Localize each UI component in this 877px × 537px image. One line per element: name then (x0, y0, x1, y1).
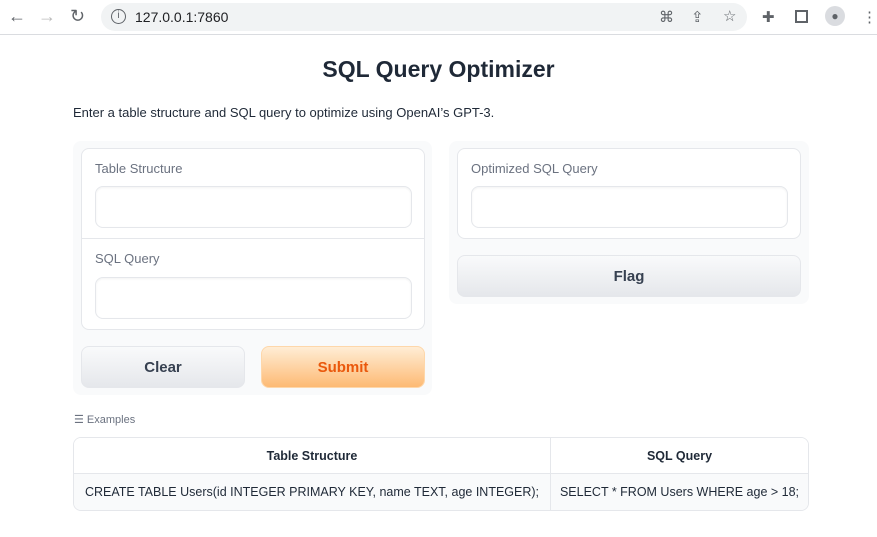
sql-query-label: SQL Query (95, 251, 160, 266)
forward-icon[interactable]: → (38, 6, 56, 27)
divider (82, 238, 424, 239)
output-box: Optimized SQL Query (457, 148, 801, 239)
column-header: SQL Query (550, 438, 808, 474)
url-text: 127.0.0.1:7860 (135, 9, 229, 25)
translate-icon[interactable]: ⌘ (659, 8, 674, 26)
submit-button[interactable]: Submit (261, 346, 425, 388)
list-icon: ☰ (74, 414, 87, 426)
table-structure-label: Table Structure (95, 161, 183, 176)
table-row[interactable]: CREATE TABLE Users(id INTEGER PRIMARY KE… (74, 474, 808, 510)
clear-button[interactable]: Clear (81, 346, 245, 388)
address-bar[interactable]: i 127.0.0.1:7860 ⌘ ⇪ ☆ (101, 3, 747, 31)
star-icon[interactable]: ☆ (723, 7, 736, 25)
examples-table: Table Structure SQL Query CREATE TABLE Us… (73, 437, 809, 511)
page-description: Enter a table structure and SQL query to… (73, 105, 495, 120)
example-cell[interactable]: CREATE TABLE Users(id INTEGER PRIMARY KE… (74, 474, 550, 510)
browser-toolbar: ← → ↻ i 127.0.0.1:7860 ⌘ ⇪ ☆ ✚ ● ⋮ (0, 0, 877, 35)
optimized-query-label: Optimized SQL Query (471, 161, 598, 176)
menu-icon[interactable]: ⋮ (862, 8, 877, 26)
sidepanel-icon[interactable] (795, 10, 808, 23)
profile-icon[interactable]: ● (825, 6, 845, 26)
output-panel: Optimized SQL Query Flag (449, 141, 809, 304)
input-form: Table Structure SQL Query (81, 148, 425, 330)
column-header: Table Structure (74, 438, 550, 474)
examples-header: ☰ Examples (74, 413, 135, 426)
share-icon[interactable]: ⇪ (691, 8, 704, 26)
example-cell[interactable]: SELECT * FROM Users WHERE age > 18; (550, 474, 808, 510)
page-title: SQL Query Optimizer (322, 56, 555, 82)
info-icon[interactable]: i (111, 9, 126, 24)
reload-icon[interactable]: ↻ (70, 6, 85, 27)
examples-label: Examples (86, 414, 136, 426)
input-panel: Table Structure SQL Query Clear Submit (73, 141, 432, 395)
back-icon[interactable]: ← (8, 6, 26, 27)
sql-query-input[interactable] (95, 277, 412, 319)
flag-button[interactable]: Flag (457, 255, 801, 297)
optimized-query-output[interactable] (471, 186, 788, 228)
extensions-icon[interactable]: ✚ (762, 8, 775, 26)
table-structure-input[interactable] (95, 186, 412, 228)
